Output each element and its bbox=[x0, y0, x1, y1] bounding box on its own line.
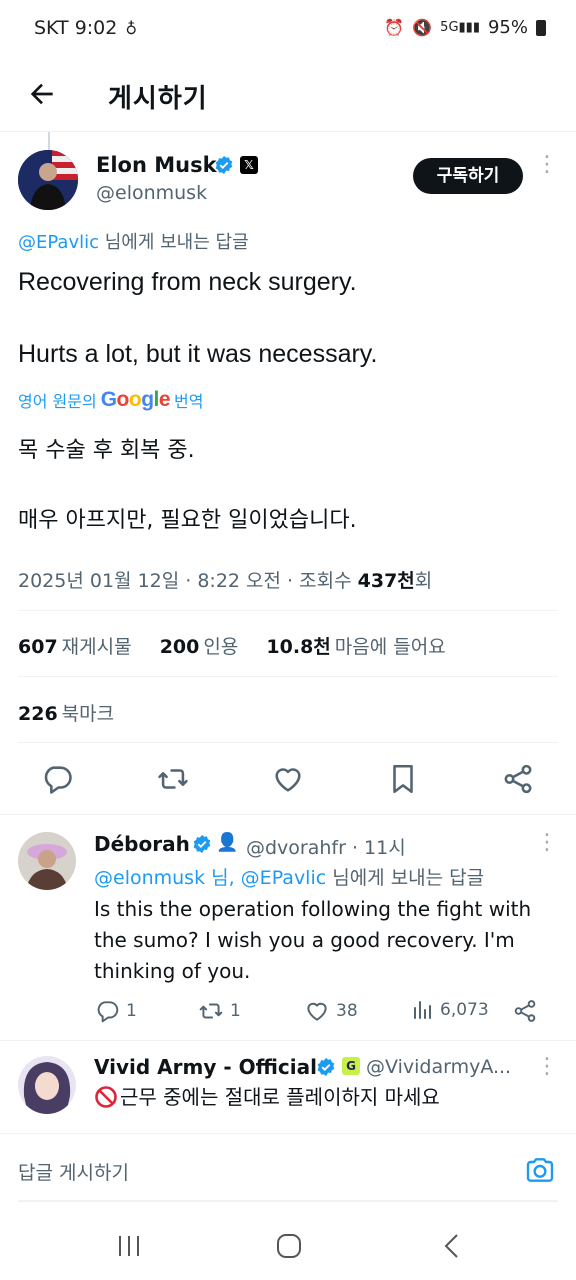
divider bbox=[18, 742, 558, 743]
reply-author-name[interactable]: Déborah bbox=[94, 832, 190, 856]
top-app-bar: 게시하기 bbox=[0, 60, 576, 132]
translated-text-line2: 매우 아프지만, 필요한 일이었습니다. bbox=[18, 508, 357, 533]
hotspot-icon: ♁ bbox=[125, 18, 138, 38]
affiliate-badge-icon: G bbox=[342, 1057, 360, 1075]
bookmark-icon[interactable] bbox=[386, 762, 420, 796]
author-handle[interactable]: @elonmusk bbox=[96, 182, 207, 204]
prohibited-icon bbox=[94, 1085, 118, 1109]
reply-text: 근무 중에는 절대로 플레이하지 마세요 bbox=[120, 1085, 440, 1109]
reply-mention-link[interactable]: @EPavlic bbox=[18, 232, 99, 253]
reposts-stat[interactable]: 607 재게시물 bbox=[18, 636, 132, 658]
tweet-text-line2: Hurts a lot, but it was necessary. bbox=[18, 340, 378, 368]
verified-badge-icon bbox=[316, 1057, 336, 1077]
more-options-icon[interactable]: ⋮ bbox=[536, 154, 558, 190]
like-icon[interactable] bbox=[271, 762, 305, 796]
translation-attribution[interactable]: 영어 원문의 Google 번역 bbox=[18, 388, 204, 412]
mute-icon: 🔇 bbox=[412, 18, 433, 37]
signal-icon: 5G▮▮▮ bbox=[440, 20, 480, 35]
reply-author-name[interactable]: Vivid Army - Official bbox=[94, 1055, 317, 1079]
reply-repost-action[interactable]: 1 bbox=[198, 998, 241, 1024]
reply-avatar[interactable] bbox=[18, 832, 76, 890]
bookmarks-stat[interactable]: 226 북마크 bbox=[18, 699, 114, 726]
author-avatar[interactable] bbox=[18, 150, 78, 210]
like-count: 38 bbox=[336, 1001, 358, 1021]
recent-apps-icon[interactable] bbox=[116, 1233, 142, 1259]
reply-to-suffix: 님에게 보내는 답글 bbox=[99, 232, 249, 253]
status-bar: SKT 9:02 ♁ ⏰ 🔇 5G▮▮▮ 95% bbox=[0, 0, 576, 60]
views-suffix: 회 bbox=[414, 570, 433, 592]
replying-to: @EPavlic 님에게 보내는 답글 bbox=[18, 228, 249, 254]
divider bbox=[0, 814, 576, 815]
tweet-text-line1: Recovering from neck surgery. bbox=[18, 268, 357, 296]
divider bbox=[0, 1040, 576, 1041]
translate-prefix: 영어 원문의 bbox=[18, 392, 97, 411]
divider bbox=[18, 676, 558, 677]
mention-suffix: 님에게 보내는 답글 bbox=[326, 867, 485, 889]
views-count: 437천 bbox=[357, 570, 415, 592]
reply-icon[interactable] bbox=[40, 762, 74, 796]
carrier-time: SKT 9:02 bbox=[34, 17, 118, 39]
x-affiliate-badge-icon: 𝕏 bbox=[240, 156, 258, 174]
google-logo: Google bbox=[100, 388, 171, 411]
verified-badge-icon bbox=[214, 155, 234, 175]
translate-suffix: 번역 bbox=[174, 392, 204, 411]
reply-composer: 답글 게시하기 bbox=[0, 1133, 576, 1205]
page-title: 게시하기 bbox=[108, 84, 208, 114]
reply-mentions: @elonmusk 님, @EPavlic 님에게 보내는 답글 bbox=[94, 863, 484, 890]
share-icon[interactable] bbox=[501, 762, 535, 796]
author-name[interactable]: Elon Musk bbox=[96, 153, 217, 177]
divider bbox=[18, 610, 558, 611]
repost-icon[interactable] bbox=[156, 762, 190, 796]
reply-more-icon[interactable]: ⋮ bbox=[536, 1056, 558, 1078]
reply-input[interactable]: 답글 게시하기 bbox=[18, 1158, 129, 1185]
reply-views-action[interactable]: 6,073 bbox=[410, 998, 489, 1022]
repost-count: 1 bbox=[230, 1001, 241, 1021]
tweet-meta: 2025년 01월 12일 · 8:22 오전 · 조회수 437천회 bbox=[18, 566, 432, 593]
thread-line bbox=[48, 132, 50, 152]
reply-count: 1 bbox=[126, 1001, 137, 1021]
camera-icon[interactable] bbox=[524, 1154, 556, 1186]
home-icon[interactable] bbox=[276, 1233, 302, 1259]
subscribe-button[interactable]: 구독하기 bbox=[413, 158, 523, 194]
community-badge-icon: 👤 bbox=[216, 832, 239, 853]
translated-text-line1: 목 수술 후 회복 중. bbox=[18, 438, 195, 463]
composer-underline bbox=[18, 1200, 558, 1202]
reply-reply-action[interactable]: 1 bbox=[94, 998, 137, 1024]
system-navigation-bar bbox=[0, 1205, 576, 1280]
reply-avatar[interactable] bbox=[18, 1056, 76, 1114]
quotes-stat[interactable]: 200 인용 bbox=[160, 636, 239, 658]
reply-like-action[interactable]: 38 bbox=[304, 998, 358, 1024]
share-icon[interactable] bbox=[512, 998, 538, 1024]
reply-author-handle[interactable]: @VividarmyA... bbox=[366, 1056, 511, 1078]
timestamp-text: 2025년 01월 12일 · 8:22 오전 · 조회수 bbox=[18, 570, 358, 592]
battery-icon bbox=[536, 19, 546, 36]
reply-more-icon[interactable]: ⋮ bbox=[536, 832, 558, 854]
mention-links[interactable]: @elonmusk 님, @EPavlic bbox=[94, 867, 326, 889]
verified-badge-icon bbox=[192, 834, 212, 854]
engagement-stats: 607 재게시물 200 인용 10.8천 마음에 들어요 bbox=[18, 632, 446, 659]
battery-percent: 95% bbox=[487, 17, 528, 38]
reply-author-handle[interactable]: @dvorahfr · 11시 bbox=[246, 833, 406, 860]
reply-text: Is this the operation following the figh… bbox=[94, 897, 532, 983]
views-count: 6,073 bbox=[440, 1000, 489, 1020]
back-nav-icon[interactable] bbox=[440, 1233, 466, 1259]
likes-stat[interactable]: 10.8천 마음에 들어요 bbox=[266, 636, 445, 658]
alarm-icon: ⏰ bbox=[384, 18, 405, 37]
back-arrow-icon[interactable] bbox=[26, 78, 58, 110]
